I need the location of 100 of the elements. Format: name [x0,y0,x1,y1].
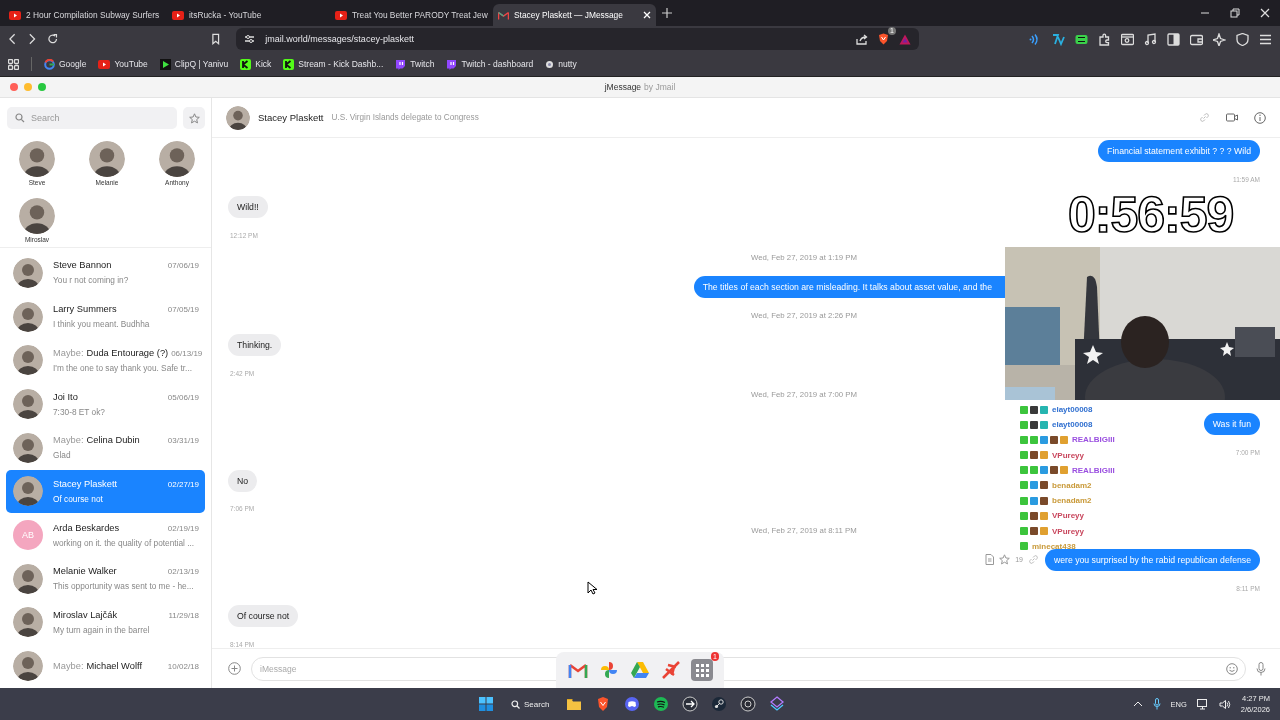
message-preview: working on it. the quality of potential ... [53,537,196,548]
windows-icon[interactable] [478,696,494,712]
conversation-item[interactable]: Larry Summers 07/05/19 I think you meant. Budhha [6,294,205,339]
app-subtitle: by Jmail [644,82,676,92]
browser-tab[interactable]: Treat You Better PARODY Treat Jew [330,4,493,26]
bookmark[interactable]: nutty [545,59,577,69]
youtube-icon [98,59,111,69]
bookmark[interactable]: Kick [240,58,272,70]
avatar [89,141,125,177]
conversation-item[interactable]: Melanie Walker 02/13/19 This opportunity was sent to me - he... [6,556,205,601]
search-button[interactable]: Search [507,699,554,709]
dock-app[interactable] [691,659,713,681]
bookmark[interactable]: ClipQ | Yanivu [159,58,229,70]
restore-icon[interactable] [1230,8,1240,18]
star-icon[interactable] [999,554,1011,566]
search-field[interactable]: Search [7,107,177,129]
message-preview: Glad [53,450,72,461]
arrow-circle-icon[interactable] [682,696,699,712]
game-controller-icon[interactable] [624,696,641,712]
bookmark[interactable]: Twitch - dashboard [446,58,534,70]
triangle-icon[interactable] [899,33,911,45]
conversation-item[interactable]: Joi Ito 05/06/19 7:30-8 ET ok? [6,382,205,426]
conversation-item[interactable]: Steve Bannon 07/06/19 You r not coming in? [6,251,205,295]
conversation-item[interactable]: Maybe: Celina Dubin 03/31/19 Glad [6,425,205,470]
youtube-icon [335,10,347,20]
browser-tab[interactable]: itsRucka - YouTube [167,4,330,26]
search-icon [511,699,520,709]
reload-icon[interactable] [46,33,59,45]
bookmark[interactable]: Google [44,58,87,70]
close-icon[interactable] [1260,8,1270,18]
dock-app[interactable] [629,659,651,681]
conversation-item[interactable]: Miroslav Lajčák 11/29/18 My turn again in the barrel [6,600,205,645]
extensions-icon[interactable] [1098,32,1111,46]
maybe-label: Maybe: [53,435,84,446]
contact-name: Stacey Plaskett [258,112,324,123]
message-date: 07/05/19 [167,305,199,315]
favorites-button[interactable] [183,107,205,129]
bookmark[interactable]: Twitch [395,58,435,70]
message-preview: You r not coming in? [53,275,130,286]
browser-tab[interactable]: Stacey Plaskett — JMessage [493,4,656,26]
microphone-icon[interactable] [1256,661,1266,676]
site-settings-icon[interactable] [244,34,256,44]
conversation-item[interactable]: Stacey Plaskett 02/27/19 Of course not [6,469,205,514]
window-search-icon[interactable] [1121,32,1134,46]
contact-name: Celina Dubin [86,435,140,446]
sidebar-icon[interactable] [1167,32,1180,46]
document-icon[interactable] [985,554,995,566]
contact-name: Michael Wolff [86,661,142,672]
browser-tab[interactable]: 2 Hour Compilation Subway Surfers [4,4,167,26]
bookmark-icon[interactable] [210,33,221,45]
flower-icon [545,59,555,69]
twitch-icon [395,58,407,70]
chat-username: benadam2 [1052,480,1092,490]
chevron-up-icon[interactable] [1132,700,1143,708]
info-icon[interactable] [1254,111,1266,124]
emoji-icon[interactable] [1226,662,1238,675]
mail-icon [498,10,509,20]
dock-app[interactable] [598,659,620,681]
sound-waves-icon[interactable] [653,696,670,712]
volume-icon[interactable] [1218,698,1231,710]
message-preview: 7:30-8 ET ok? [53,406,106,417]
diamond-stack-icon[interactable] [769,696,786,712]
conversation-item[interactable]: AB Arda Beskardes 02/19/19 working on it. the quality of potential ... [6,513,205,557]
message-bubble: were you surprised by the rabid republican defense [1044,548,1260,571]
avatar [19,197,55,234]
add-icon[interactable] [228,662,241,675]
message-preview: Of course not [53,493,104,504]
shield-icon[interactable] [1236,32,1249,46]
message-date: 06/13/19 [171,348,203,358]
dock-app[interactable] [660,659,682,681]
message-date: 03/31/19 [167,436,199,446]
message-preview: My turn again in the barrel [53,624,151,635]
new-tab-icon[interactable] [662,8,672,18]
avatar [13,257,43,288]
message-bubble: Of course not [228,605,299,628]
folder-icon[interactable] [566,696,583,712]
menu-icon[interactable] [1259,32,1272,46]
bookmark[interactable]: YouTube [98,59,148,69]
lion-shield-icon[interactable] [878,33,889,45]
contact-name: Duda Entourage (?) [86,347,169,358]
seven-tv-icon[interactable] [1052,32,1065,46]
video-icon[interactable] [1226,113,1238,122]
conversation-item[interactable]: Maybe: Duda Entourage (?) 06/13/19 I'm the one to say thank you. Safe tr... [6,338,205,383]
triangle-icon [629,659,651,681]
apps-icon[interactable] [8,58,19,70]
screen-icon[interactable] [1075,32,1088,46]
bookmark[interactable]: Stream - Kick Dashb... [283,58,384,70]
music-note-icon[interactable] [1144,32,1157,46]
sparkle-icon[interactable] [1213,32,1226,46]
wallet-icon[interactable] [1190,32,1203,46]
forward-icon[interactable] [27,33,37,45]
google-icon [44,58,55,70]
contact-name: Stacey Plaskett [53,478,118,489]
chat-username: VPureyy [1052,526,1085,536]
message-date: 02/27/19 [167,479,199,489]
network-icon[interactable] [1196,698,1209,710]
microphone-icon[interactable] [1152,698,1161,710]
back-icon[interactable] [8,33,18,45]
share-icon[interactable] [856,33,868,45]
aperture-icon[interactable] [740,696,757,712]
